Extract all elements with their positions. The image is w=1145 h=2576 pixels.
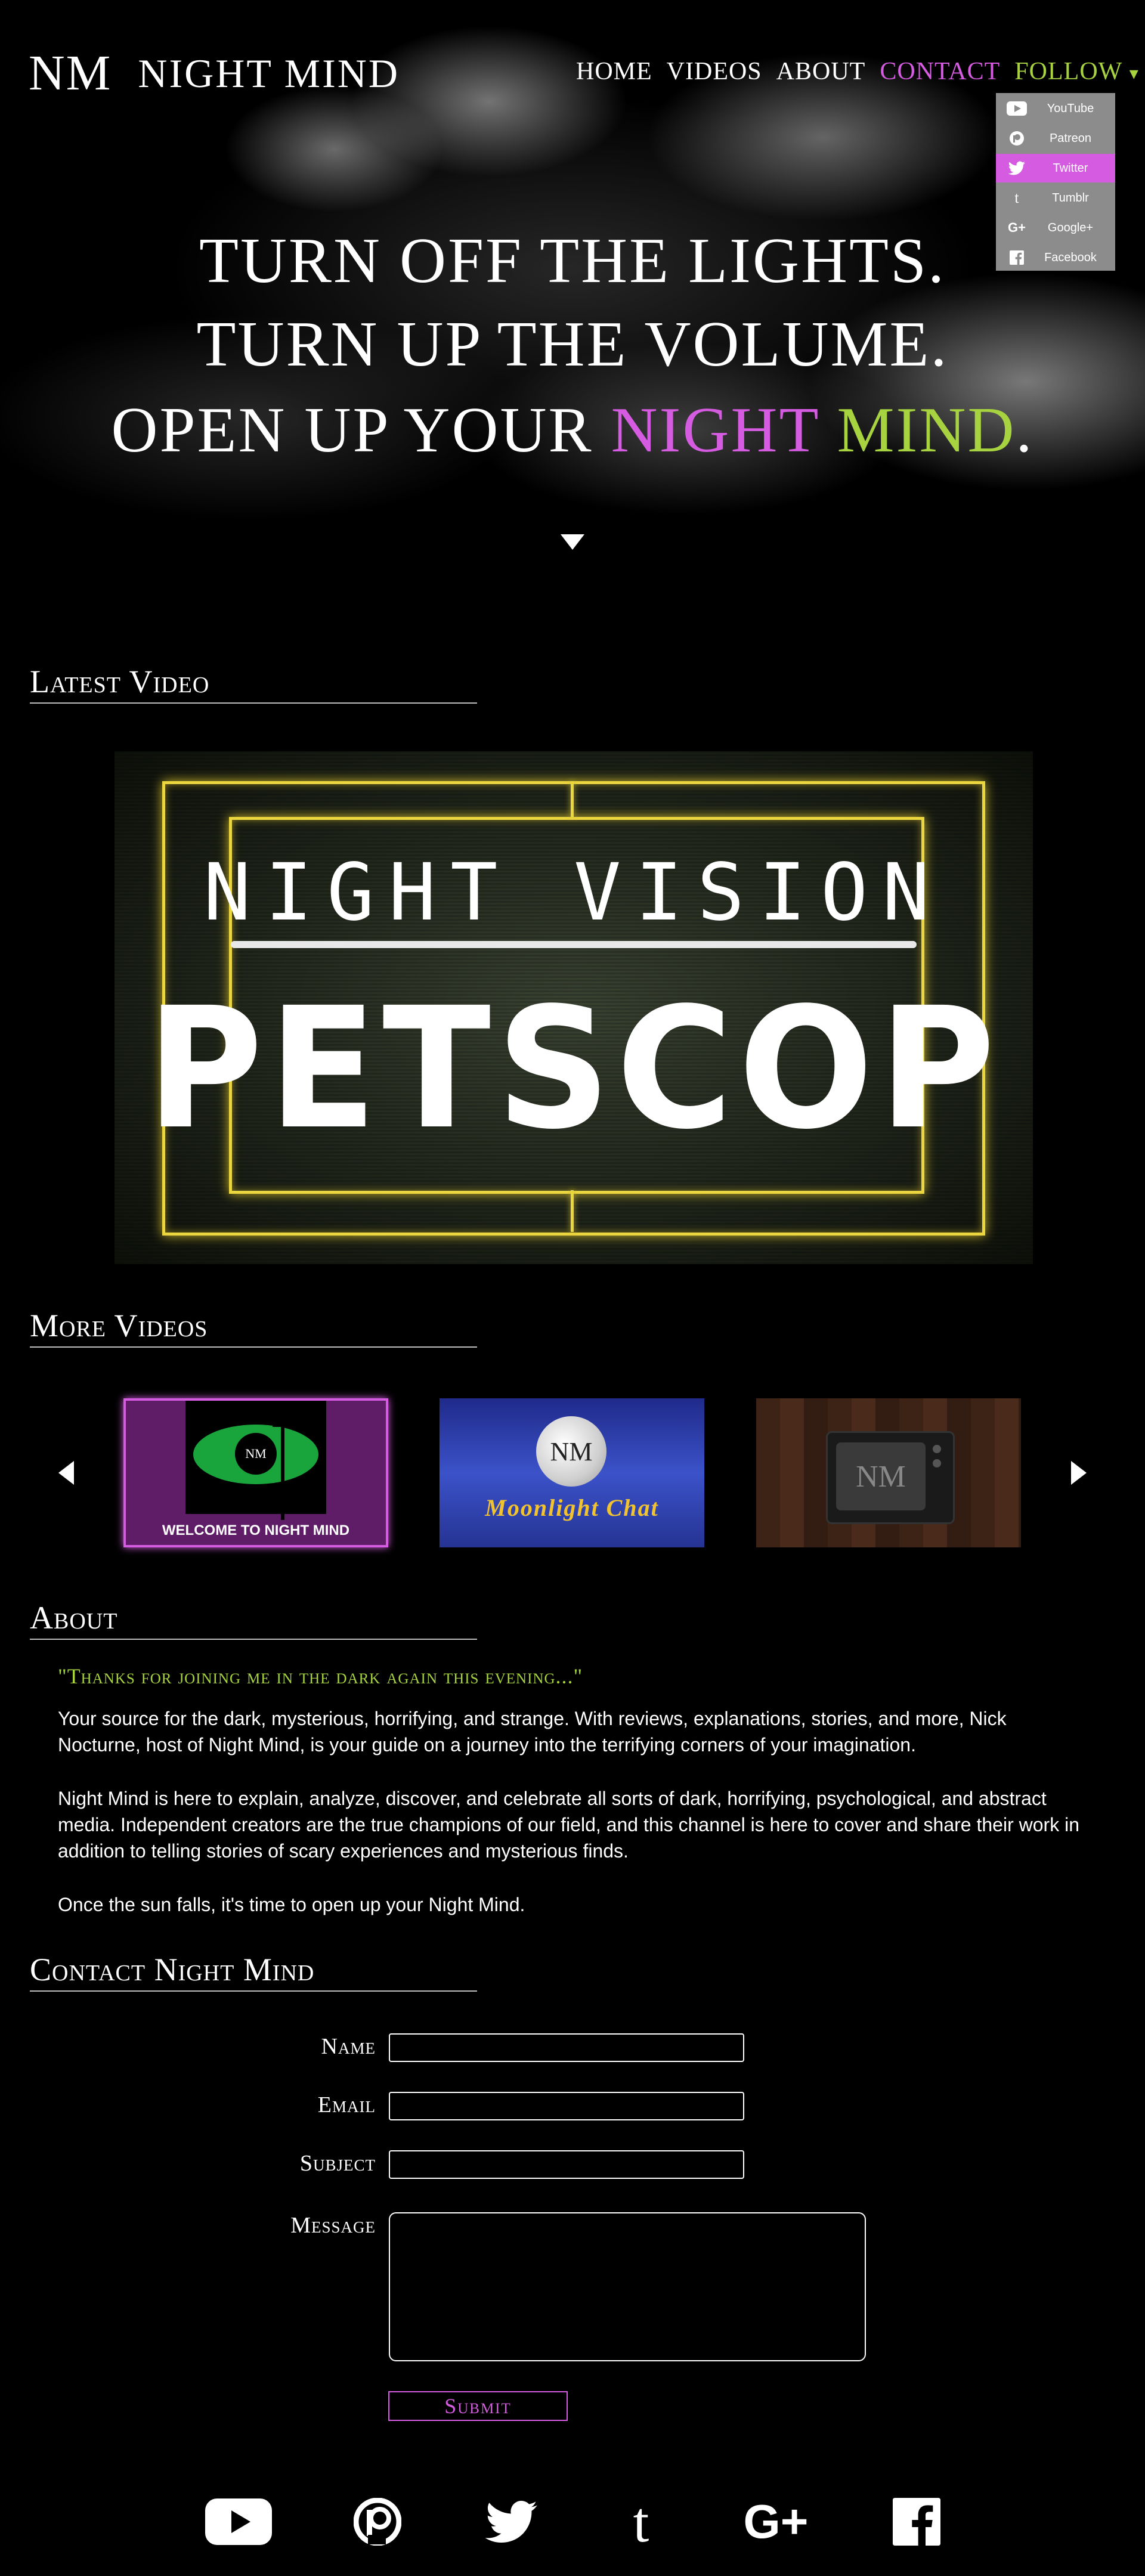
- video-title-line-1: NIGHT VISION: [203, 847, 944, 939]
- video-thumb-tv[interactable]: NM: [756, 1398, 1021, 1547]
- subject-label: Subject: [299, 2151, 376, 2176]
- about-quote: "Thanks for joining me in the dark again…: [58, 1664, 583, 1688]
- more-videos-heading: More Videos: [30, 1308, 208, 1343]
- follow-item-tumblr[interactable]: t Tumblr: [996, 184, 1115, 212]
- video-thumb-moonlight-chat[interactable]: NM Moonlight Chat: [440, 1398, 704, 1547]
- message-label: Message: [290, 2213, 376, 2238]
- youtube-icon[interactable]: [205, 2496, 272, 2547]
- about-heading: About: [30, 1600, 118, 1636]
- carousel-prev-icon[interactable]: [58, 1461, 74, 1485]
- follow-item-label: Patreon: [1049, 131, 1092, 145]
- tv-knob: [933, 1445, 941, 1453]
- thumb-caption: WELCOME TO NIGHT MIND: [162, 1522, 350, 1538]
- nav-about[interactable]: ABOUT: [776, 57, 866, 86]
- hero-night-word: NIGHT: [611, 395, 819, 466]
- tumblr-icon[interactable]: t: [620, 2490, 662, 2554]
- nav-follow-label: FOLLOW: [1014, 58, 1123, 85]
- follow-item-youtube[interactable]: YouTube: [996, 94, 1115, 123]
- follow-item-label: Tumblr: [1052, 191, 1089, 205]
- thumb-caption: Moonlight Chat: [485, 1494, 659, 1521]
- email-field[interactable]: [389, 2092, 744, 2120]
- section-divider: [30, 1639, 477, 1640]
- video-title-line-2: PETSCOP: [146, 972, 1001, 1166]
- thumb-mark: NM: [836, 1442, 926, 1510]
- section-divider: [30, 702, 477, 704]
- submit-button[interactable]: Submit: [388, 2391, 568, 2421]
- nav-home[interactable]: HOME: [576, 57, 652, 86]
- tumblr-icon: t: [1014, 189, 1019, 206]
- about-paragraph-1: Your source for the dark, mysterious, ho…: [58, 1708, 1007, 1755]
- hero-mind-word: MIND: [837, 395, 1016, 466]
- video-frame-tick: [571, 1190, 574, 1232]
- nav-contact[interactable]: CONTACT: [880, 57, 1000, 86]
- logo-mark: NM: [29, 45, 112, 101]
- latest-video-heading: Latest Video: [30, 664, 210, 699]
- subject-field[interactable]: [389, 2150, 744, 2179]
- about-paragraph-3: Once the sun falls, it's time to open up…: [58, 1894, 525, 1915]
- youtube-icon: [996, 101, 1038, 116]
- section-divider: [30, 1990, 477, 1992]
- tv-knob: [933, 1459, 941, 1467]
- thumb-mark: NM: [536, 1416, 606, 1487]
- google-plus-icon[interactable]: G+: [737, 2495, 815, 2548]
- contact-heading: Contact Night Mind: [30, 1952, 315, 1987]
- patreon-icon: [996, 131, 1038, 146]
- about-paragraph-2: Night Mind is here to explain, analyze, …: [58, 1788, 1079, 1862]
- email-label: Email: [317, 2092, 376, 2117]
- hero-line-3-suffix: .: [1016, 395, 1034, 466]
- scroll-down-icon[interactable]: [561, 534, 584, 550]
- site-name: NIGHT MIND: [138, 51, 400, 96]
- footer-social-icons: t G+: [0, 2490, 1145, 2554]
- main-nav: HOME VIDEOS ABOUT CONTACT FOLLOW ▾: [576, 57, 1139, 86]
- carousel-next-icon[interactable]: [1071, 1461, 1087, 1485]
- site-logo[interactable]: NM NIGHT MIND: [29, 47, 400, 100]
- follow-item-label: YouTube: [1047, 101, 1094, 115]
- patreon-icon[interactable]: [352, 2496, 403, 2547]
- twitter-icon: [996, 161, 1038, 175]
- hero-line-1: TURN OFF THE LIGHTS.: [199, 225, 946, 296]
- follow-item-twitter[interactable]: Twitter: [996, 154, 1115, 182]
- power-pole-icon: [269, 1407, 296, 1520]
- video-title-underline: [231, 941, 917, 948]
- twitter-icon[interactable]: [483, 2496, 540, 2547]
- name-field[interactable]: [389, 2033, 744, 2062]
- section-divider: [30, 1346, 477, 1348]
- hero-line-3: OPEN UP YOUR NIGHT MIND.: [0, 394, 1145, 467]
- follow-item-label: Twitter: [1053, 161, 1088, 175]
- latest-video-player[interactable]: NIGHT VISION PETSCOP: [114, 751, 1033, 1264]
- facebook-icon[interactable]: [892, 2496, 941, 2547]
- message-field[interactable]: [389, 2212, 866, 2361]
- video-frame-tick: [571, 781, 574, 817]
- nav-follow[interactable]: FOLLOW ▾: [1014, 57, 1139, 86]
- video-thumb-welcome[interactable]: NM WELCOME TO NIGHT MIND: [123, 1398, 388, 1547]
- hero-line-2: TURN UP THE VOLUME.: [196, 309, 949, 380]
- nav-videos[interactable]: VIDEOS: [667, 57, 762, 86]
- tv-icon: NM: [826, 1431, 955, 1524]
- hero-section: NM NIGHT MIND HOME VIDEOS ABOUT CONTACT …: [0, 0, 1145, 626]
- follow-item-patreon[interactable]: Patreon: [996, 124, 1115, 153]
- name-label: Name: [321, 2034, 376, 2059]
- hero-line-3-prefix: OPEN UP YOUR: [111, 395, 611, 466]
- caret-down-icon: ▾: [1129, 64, 1139, 83]
